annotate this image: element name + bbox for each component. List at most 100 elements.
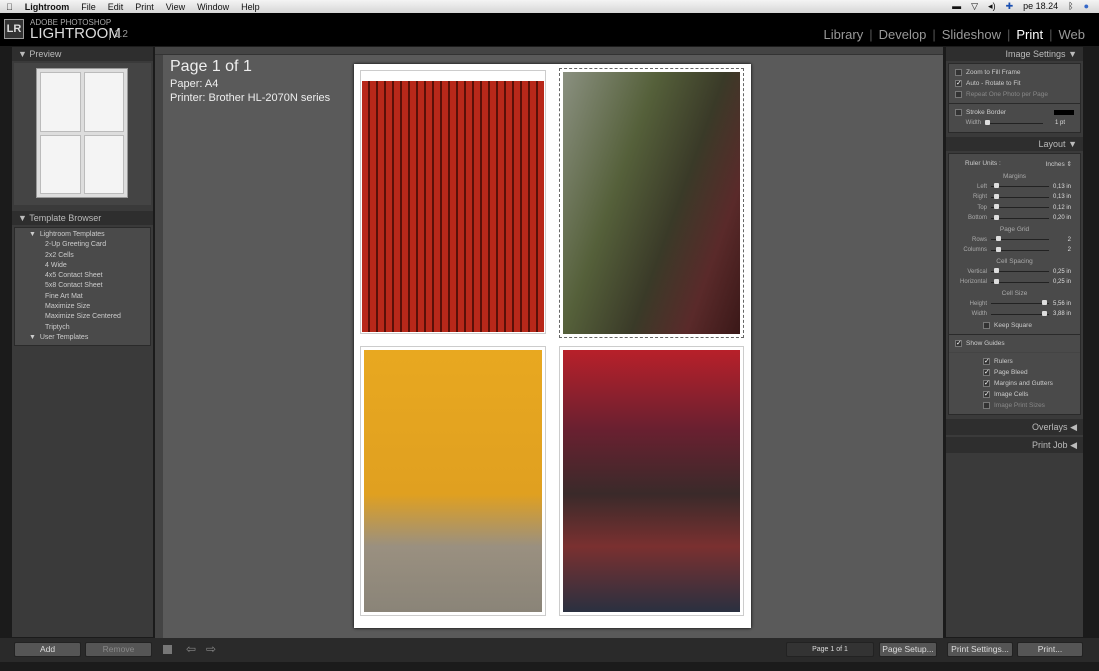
slider-thumb[interactable] [996,236,1002,242]
folder-user-templates[interactable]: ▼ User Templates [15,333,150,343]
slider-bottom[interactable]: Bottom 0,20 in [949,213,1080,224]
slider-thumb[interactable] [993,268,999,274]
repeat-photo-checkbox[interactable]: Repeat One Photo per Page [949,89,1080,100]
slider-thumb[interactable] [1042,300,1048,306]
template-item[interactable]: 4 Wide [15,261,150,271]
previous-page-arrow-icon[interactable]: ⇦ [186,642,196,656]
volume-icon[interactable]: ◂) [988,0,996,13]
zoom-fill-checkbox[interactable]: Zoom to Fill Frame [949,67,1080,78]
remove-button[interactable]: Remove [85,642,152,657]
checkbox-checked[interactable]: ✓ [983,379,990,387]
ruler-units-select[interactable]: Inches [1046,161,1065,168]
checkbox[interactable] [955,109,962,116]
add-button[interactable]: Add [14,642,81,657]
preview-header[interactable]: ▼ Preview [12,47,153,61]
module-slideshow[interactable]: Slideshow [936,27,1007,42]
slider-track[interactable] [991,236,1049,242]
folder-lightroom-templates[interactable]: ▼ Lightroom Templates [15,230,150,240]
slider-rows[interactable]: Rows 2 [949,235,1080,246]
guide-checkbox[interactable]: Image Print Sizes [949,400,1080,411]
print-job-header[interactable]: Print Job ◀ [946,436,1083,453]
checkbox-checked[interactable]: ✓ [955,339,962,347]
image-cell-selected[interactable] [559,68,744,338]
menu-edit[interactable]: Edit [108,2,124,12]
guide-checkbox[interactable]: ✓ Rulers [949,356,1080,367]
template-item[interactable]: Maximize Size [15,302,150,312]
keep-square-checkbox[interactable]: Keep Square [949,320,1080,331]
slider-track[interactable] [991,214,1049,220]
print-settings-button[interactable]: Print Settings... [947,642,1013,657]
next-page-arrow-icon[interactable]: ⇨ [206,642,216,656]
layout-header[interactable]: Layout ▼ [946,136,1083,151]
slider-top[interactable]: Top 0,12 in [949,203,1080,214]
module-print[interactable]: Print [1010,27,1049,42]
menu-window[interactable]: Window [197,2,229,12]
slider-thumb[interactable] [993,204,999,210]
slider-thumb[interactable] [993,214,999,220]
guide-checkbox[interactable]: ✓ Margins and Gutters [949,378,1080,389]
template-item[interactable]: Maximize Size Centered [15,312,150,322]
apple-icon[interactable]:  [6,2,13,12]
slider-thumb[interactable] [993,193,999,199]
slider-thumb[interactable] [1042,310,1048,316]
stroke-border-checkbox[interactable]: Stroke Border [949,107,1080,118]
checkbox-checked[interactable]: ✓ [983,368,990,376]
slider-track[interactable] [991,310,1049,316]
image-cell[interactable] [559,346,744,616]
checkbox-checked[interactable]: ✓ [983,357,990,365]
spotlight-icon[interactable]: ● [1084,0,1089,13]
slider-track[interactable] [991,246,1049,252]
ruler-units[interactable]: Ruler Units : Inches ⇕ [949,157,1080,171]
menu-file[interactable]: File [81,2,96,12]
slider-track[interactable] [991,300,1049,306]
slider-right[interactable]: Right 0,13 in [949,192,1080,203]
slider-columns[interactable]: Columns 2 [949,245,1080,256]
stroke-width-slider[interactable]: Width 1 pt [949,118,1080,129]
slider-thumb[interactable] [996,246,1002,252]
checkbox[interactable] [955,69,962,76]
show-guides-checkbox[interactable]: ✓ Show Guides [949,338,1080,349]
template-browser-header[interactable]: ▼ Template Browser [12,211,153,225]
checkbox[interactable] [955,91,962,98]
slider-track[interactable] [991,183,1049,189]
menu-print[interactable]: Print [135,2,154,12]
stop-icon[interactable] [163,645,172,654]
checkbox-checked[interactable]: ✓ [983,390,990,398]
clock[interactable]: pe 18.24 [1023,0,1058,13]
battery-icon[interactable]: ▬ [952,0,961,13]
slider-track[interactable] [991,278,1049,284]
auto-rotate-checkbox[interactable]: ✓ Auto - Rotate to Fit [949,78,1080,89]
slider-width[interactable]: Width 3,88 in [949,309,1080,320]
image-cell[interactable] [360,70,546,334]
image-settings-header[interactable]: Image Settings ▼ [946,47,1083,61]
template-item[interactable]: 2x2 Cells [15,251,150,261]
checkbox-checked[interactable]: ✓ [955,80,962,87]
image-cell[interactable] [360,346,546,616]
slider-height[interactable]: Height 5,56 in [949,299,1080,310]
slider-thumb[interactable] [993,278,999,284]
slider-track[interactable] [991,204,1049,210]
slider-track[interactable] [991,268,1049,274]
guide-checkbox[interactable]: ✓ Image Cells [949,389,1080,400]
bluetooth-icon[interactable]: ᛒ [1068,0,1073,13]
wifi-icon[interactable]: ▽ [971,0,978,13]
menu-view[interactable]: View [166,2,185,12]
menu-help[interactable]: Help [241,2,260,12]
checkbox[interactable] [983,401,990,409]
template-item[interactable]: 2-Up Greeting Card [15,240,150,250]
print-button[interactable]: Print... [1017,642,1083,657]
slider-horizontal[interactable]: Horizontal 0,25 in [949,277,1080,288]
stroke-color-swatch[interactable] [1054,110,1074,115]
template-item[interactable]: Triptych [15,323,150,333]
checkbox[interactable] [983,321,990,329]
guide-checkbox[interactable]: ✓ Page Bleed [949,367,1080,378]
template-item[interactable]: 5x8 Contact Sheet [15,281,150,291]
module-web[interactable]: Web [1053,27,1092,42]
overlays-header[interactable]: Overlays ◀ [946,418,1083,435]
slider-vertical[interactable]: Vertical 0,25 in [949,267,1080,278]
slider-thumb[interactable] [993,183,999,189]
slider-left[interactable]: Left 0,13 in [949,182,1080,193]
page-setup-button[interactable]: Page Setup... [879,642,937,657]
menu-app[interactable]: Lightroom [25,2,70,12]
input-flag-icon[interactable]: ✚ [1006,0,1014,13]
